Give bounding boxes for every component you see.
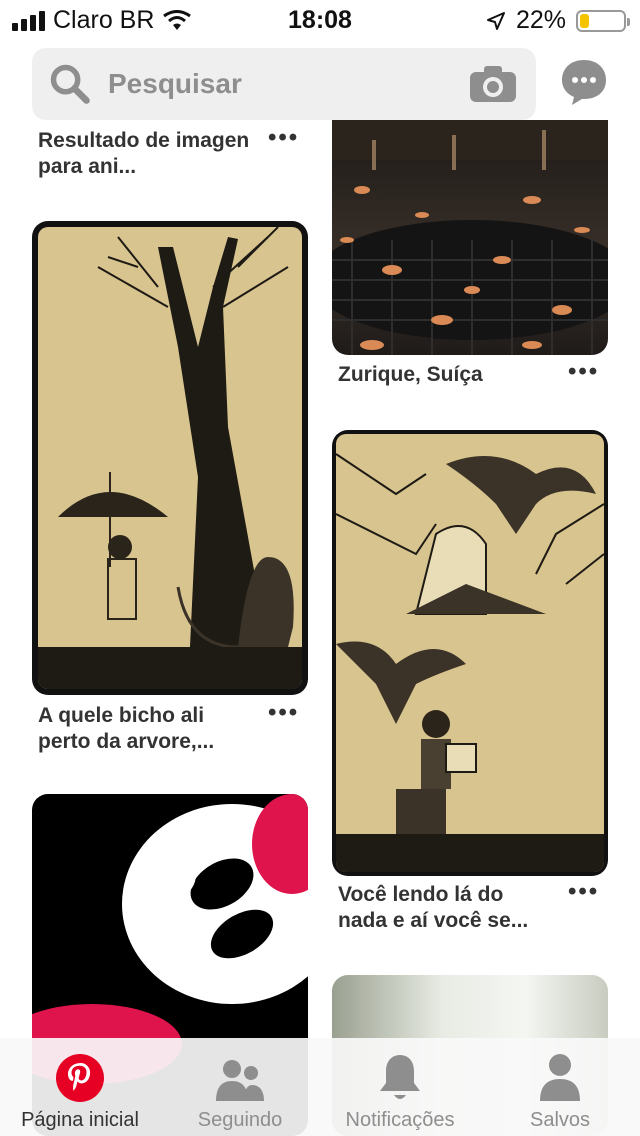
battery-percent: 22% <box>515 6 566 34</box>
pinterest-logo-icon <box>56 1054 104 1102</box>
tab-label: Seguindo <box>197 1109 283 1131</box>
location-arrow-icon <box>486 11 505 30</box>
tab-notifications[interactable]: Notificações <box>320 1038 480 1136</box>
people-icon <box>216 1060 264 1101</box>
messages-icon[interactable] <box>560 58 608 106</box>
monsters-reading-illustration <box>335 434 605 872</box>
bell-icon <box>380 1055 420 1099</box>
pin-feed[interactable]: Resultado de imagen para ani... ••• Zuri… <box>0 0 640 1136</box>
pin-more-button[interactable]: ••• <box>568 358 599 386</box>
pin-title[interactable]: Zurique, Suíça <box>338 362 558 388</box>
search-input[interactable]: Pesquisar <box>108 68 468 100</box>
pin-image[interactable] <box>32 221 308 695</box>
pin-image[interactable] <box>332 120 608 355</box>
tab-label: Salvos <box>529 1109 591 1131</box>
pin-card[interactable]: Você lendo lá do nada e aí você se... ••… <box>332 430 608 940</box>
pin-card[interactable]: A quele bicho ali perto da arvore,... ••… <box>32 221 308 761</box>
status-bar: Claro BR 18:08 22% <box>0 0 640 40</box>
bottom-tab-bar: Página inicial Seguindo Notificações Sal… <box>0 1038 640 1136</box>
rainy-street-illustration <box>332 120 608 355</box>
battery-level <box>580 13 590 28</box>
tab-label: Notificações <box>345 1109 455 1131</box>
pin-image[interactable] <box>332 430 608 876</box>
pin-card[interactable]: Resultado de imagen para ani... ••• <box>32 120 308 200</box>
pin-title[interactable]: Resultado de imagen para ani... <box>38 128 258 180</box>
search-bar[interactable]: Pesquisar <box>32 48 536 120</box>
pin-more-button[interactable]: ••• <box>268 124 299 152</box>
pin-card[interactable]: Zurique, Suíça ••• <box>332 120 608 400</box>
pin-title[interactable]: A quele bicho ali perto da arvore,... <box>38 703 258 755</box>
battery-icon <box>576 9 630 32</box>
pin-title[interactable]: Você lendo lá do nada e aí você se... <box>338 882 558 934</box>
person-icon <box>540 1054 580 1101</box>
camera-icon[interactable] <box>468 64 518 104</box>
tab-following[interactable]: Seguindo <box>160 1038 320 1136</box>
search-icon <box>50 64 90 104</box>
tree-monster-illustration <box>38 226 302 689</box>
tab-label: Página inicial <box>21 1109 139 1131</box>
pin-more-button[interactable]: ••• <box>268 699 299 727</box>
pin-more-button[interactable]: ••• <box>568 878 599 906</box>
tab-saved[interactable]: Salvos <box>480 1038 640 1136</box>
tab-home[interactable]: Página inicial <box>0 1038 160 1136</box>
